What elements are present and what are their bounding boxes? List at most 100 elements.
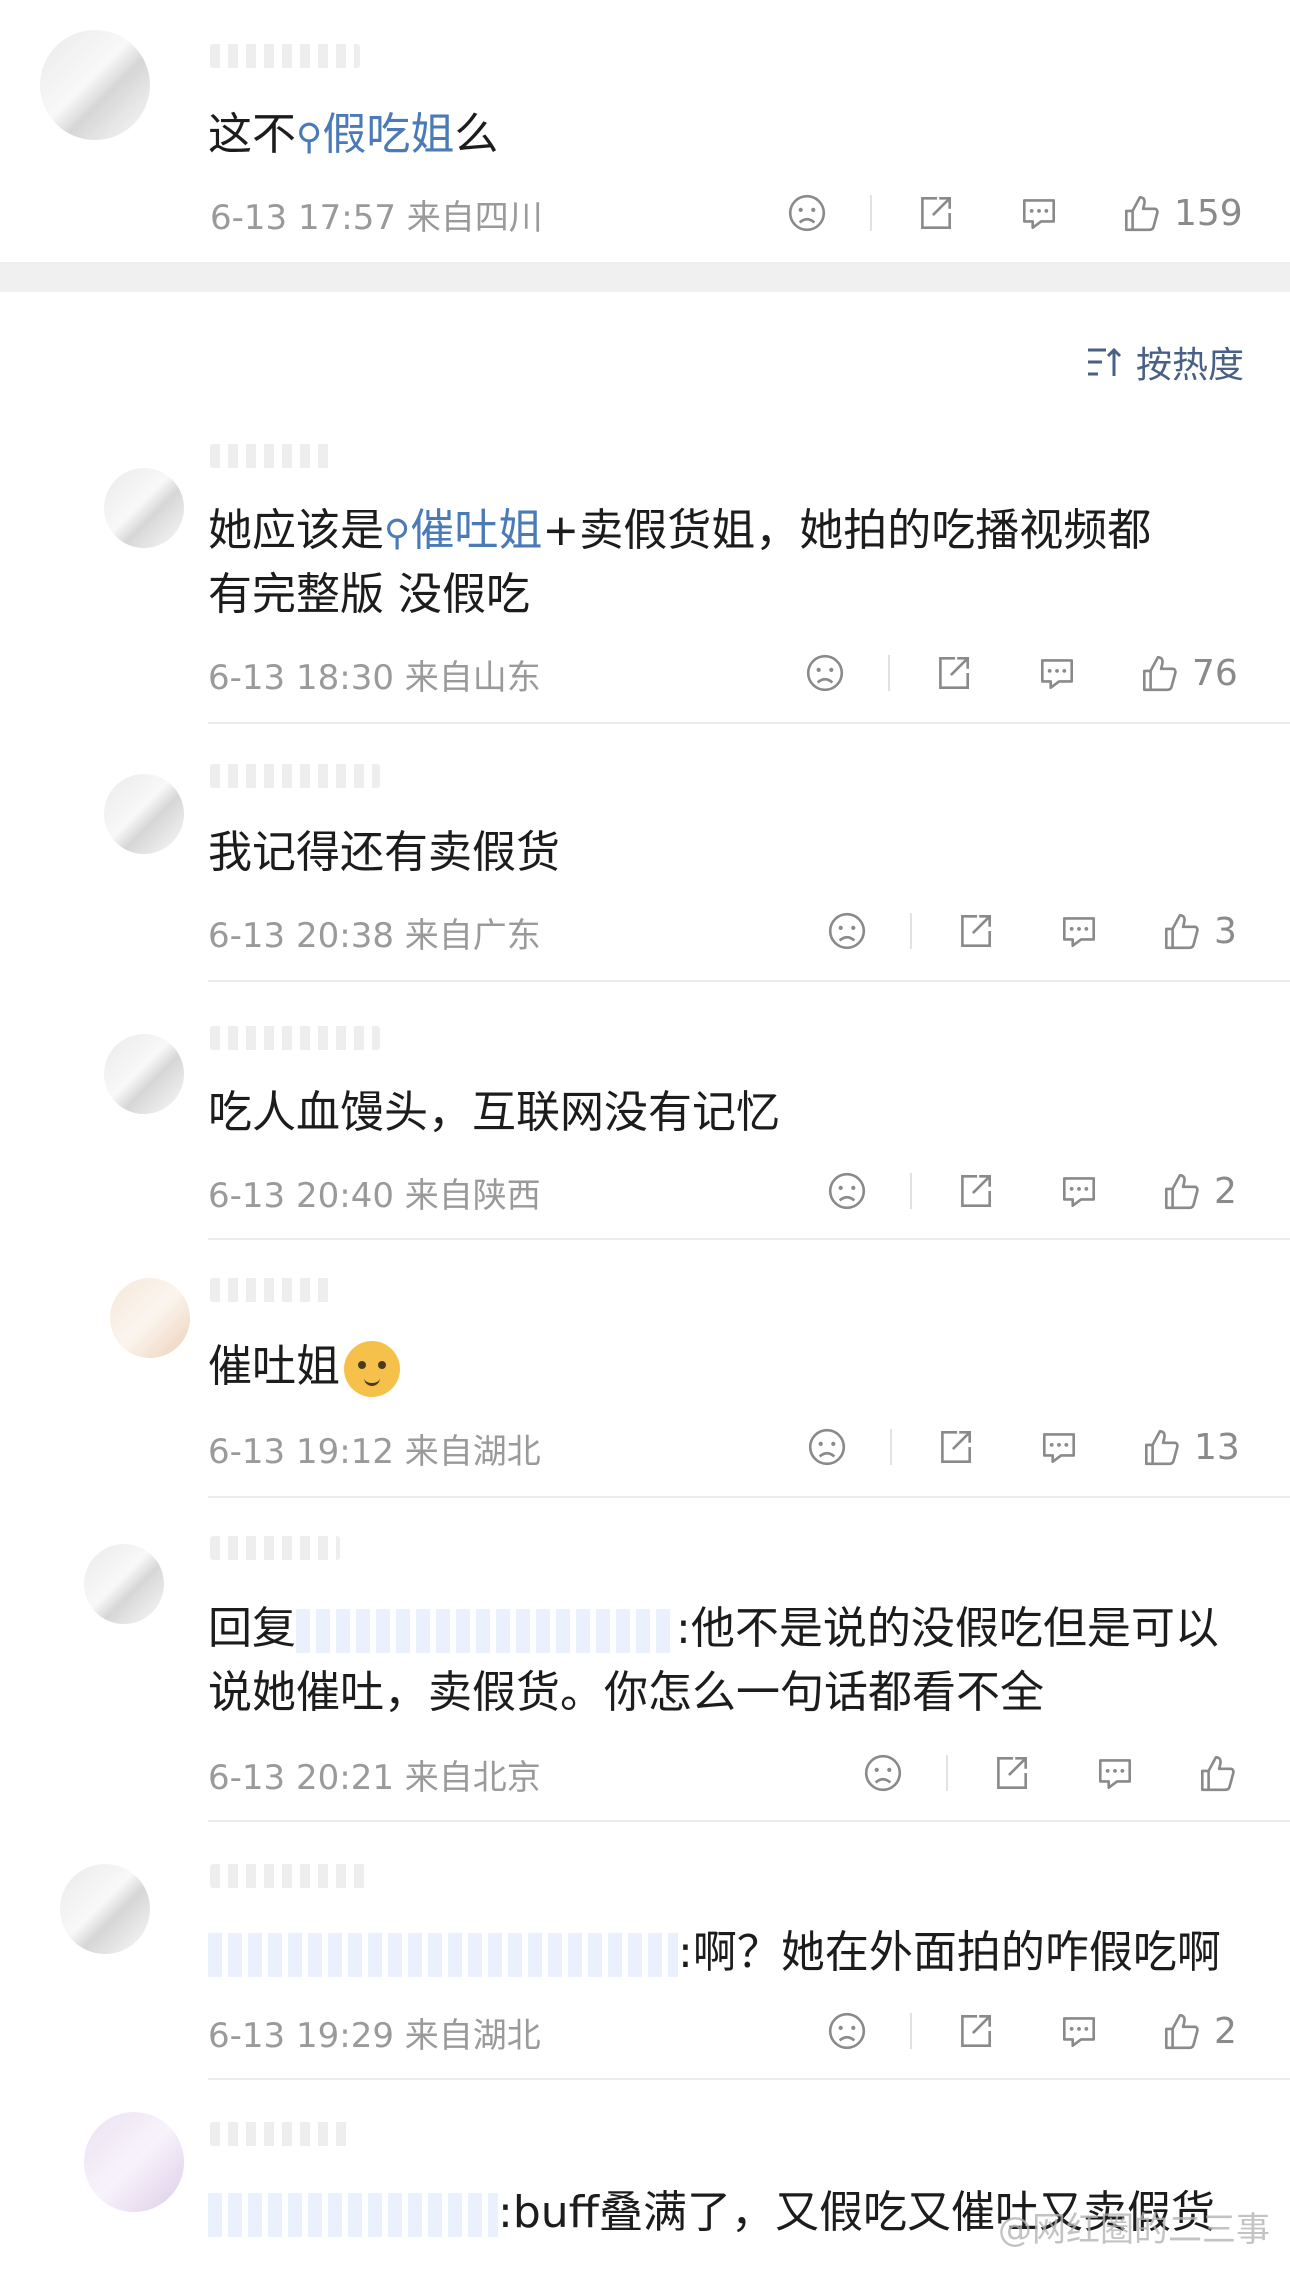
sort-icon — [1087, 347, 1122, 376]
thumbs-up-icon — [1164, 1173, 1199, 1210]
comment-icon[interactable] — [1054, 910, 1104, 952]
action-bar: 76 — [800, 648, 1238, 698]
action-separator — [946, 1755, 948, 1791]
comment-icon[interactable] — [1054, 2010, 1104, 2052]
action-separator — [870, 195, 872, 231]
reply-item: 催吐姐 6-13 19:12 来自湖北 13 — [0, 1242, 1290, 1498]
divider — [208, 980, 1290, 982]
like-count: 2 — [1214, 1170, 1237, 1212]
avatar[interactable] — [84, 2112, 184, 2212]
comment-text: 这不⚲假吃姐么 — [208, 109, 499, 160]
action-bar: 2 — [822, 1166, 1237, 1216]
mention-redacted[interactable] — [208, 2193, 498, 2237]
doge-emoji — [344, 1341, 400, 1397]
thumbs-up-icon — [1144, 1429, 1179, 1466]
like-button[interactable]: 76 — [1138, 652, 1238, 694]
thumbs-up-icon — [1142, 655, 1177, 692]
sort-label: 按热度 — [1135, 345, 1244, 386]
divider — [208, 722, 1290, 724]
avatar[interactable] — [104, 468, 184, 548]
action-bar: 13 — [802, 1422, 1240, 1472]
avatar[interactable] — [84, 1544, 164, 1624]
like-count: 3 — [1214, 910, 1237, 952]
comment-icon[interactable] — [1090, 1752, 1140, 1794]
username-redacted[interactable] — [210, 444, 330, 468]
action-separator — [890, 1429, 892, 1465]
comment-meta: 6-13 20:40 来自陕西 — [208, 1176, 541, 1216]
action-separator — [910, 1173, 912, 1209]
sad-face-icon[interactable] — [822, 910, 872, 952]
action-separator — [910, 2013, 912, 2049]
like-button[interactable] — [1196, 1752, 1250, 1794]
sad-face-icon[interactable] — [802, 1426, 852, 1468]
watermark: @网红圈的二三事 — [998, 2210, 1270, 2250]
topic-link[interactable]: ⚲催吐姐 — [384, 505, 542, 556]
search-icon: ⚲ — [384, 513, 411, 554]
divider — [208, 2078, 1290, 2080]
thumbs-up-icon — [1200, 1755, 1235, 1792]
reply-item: 回复:他不是说的没假吃但是可以 说她催吐，卖假货。你怎么一句话都看不全 6-13… — [0, 1500, 1290, 1822]
avatar[interactable] — [104, 1034, 184, 1114]
sad-face-icon[interactable] — [822, 1170, 872, 1212]
like-count: 159 — [1174, 192, 1243, 234]
avatar[interactable] — [110, 1278, 190, 1358]
share-icon[interactable] — [930, 1426, 980, 1468]
action-separator — [910, 913, 912, 949]
like-button[interactable]: 159 — [1120, 192, 1243, 234]
comment-text: :啊？她在外面拍的咋假吃啊 — [208, 1920, 1221, 1986]
sad-face-icon[interactable] — [822, 2010, 872, 2052]
topic-link[interactable]: ⚲假吃姐 — [296, 109, 454, 160]
mention-redacted[interactable] — [208, 1933, 678, 1977]
username-redacted[interactable] — [210, 1536, 340, 1560]
comment-text: 她应该是⚲催吐姐+卖假货姐，她拍的吃播视频都 — [208, 505, 1152, 556]
comment-meta: 6-13 17:57 来自四川 — [210, 198, 543, 238]
divider — [208, 1820, 1290, 1822]
section-divider — [0, 262, 1290, 292]
share-icon[interactable] — [950, 2010, 1000, 2052]
comment-icon[interactable] — [1054, 1170, 1104, 1212]
username-redacted[interactable] — [210, 764, 380, 788]
share-icon[interactable] — [986, 1752, 1036, 1794]
like-button[interactable]: 3 — [1160, 910, 1237, 952]
comment-icon[interactable] — [1034, 1426, 1084, 1468]
reply-item: 她应该是⚲催吐姐+卖假货姐，她拍的吃播视频都 有完整版 没假吃 6-13 18:… — [0, 420, 1290, 724]
thumbs-up-icon — [1124, 195, 1159, 232]
share-icon[interactable] — [950, 910, 1000, 952]
comment-icon[interactable] — [1014, 192, 1064, 234]
avatar[interactable] — [104, 774, 184, 854]
username-redacted[interactable] — [210, 1026, 380, 1050]
divider — [208, 1496, 1290, 1498]
like-button[interactable]: 2 — [1160, 1170, 1237, 1212]
comment-icon[interactable] — [1032, 652, 1082, 694]
mention-redacted[interactable] — [296, 1609, 676, 1653]
username-redacted[interactable] — [210, 44, 360, 68]
action-separator — [888, 655, 890, 691]
sad-face-icon[interactable] — [782, 192, 832, 234]
like-count: 13 — [1194, 1426, 1240, 1468]
sort-toggle[interactable]: 按热度 — [1084, 336, 1244, 388]
thumbs-up-icon — [1164, 913, 1199, 950]
sad-face-icon[interactable] — [858, 1752, 908, 1794]
like-count: 76 — [1192, 652, 1238, 694]
comment-text: 我记得还有卖假货 — [208, 827, 560, 878]
comment-text: 催吐姐 — [208, 1334, 400, 1400]
like-button[interactable]: 2 — [1160, 2010, 1237, 2052]
share-icon[interactable] — [928, 652, 978, 694]
share-icon[interactable] — [950, 1170, 1000, 1212]
avatar[interactable] — [60, 1864, 150, 1954]
comment-meta: 6-13 19:12 来自湖北 — [208, 1432, 541, 1472]
avatar[interactable] — [40, 30, 150, 140]
username-redacted[interactable] — [210, 1278, 330, 1302]
like-button[interactable]: 13 — [1140, 1426, 1240, 1468]
reply-item: 吃人血馒头，互联网没有记忆 6-13 20:40 来自陕西 2 — [0, 984, 1290, 1240]
comment-meta: 6-13 20:38 来自广东 — [208, 916, 541, 956]
action-bar — [858, 1748, 1250, 1798]
comment-text-line2: 说她催吐，卖假货。你怎么一句话都看不全 — [208, 1667, 1044, 1718]
reply-item: :啊？她在外面拍的咋假吃啊 6-13 19:29 来自湖北 2 — [0, 1824, 1290, 2080]
top-comment: 这不⚲假吃姐么 6-13 17:57 来自四川 159 — [0, 0, 1290, 262]
share-icon[interactable] — [910, 192, 960, 234]
action-bar: 2 — [822, 2006, 1237, 2056]
sad-face-icon[interactable] — [800, 652, 850, 694]
username-redacted[interactable] — [210, 1864, 370, 1888]
username-redacted[interactable] — [210, 2122, 350, 2146]
